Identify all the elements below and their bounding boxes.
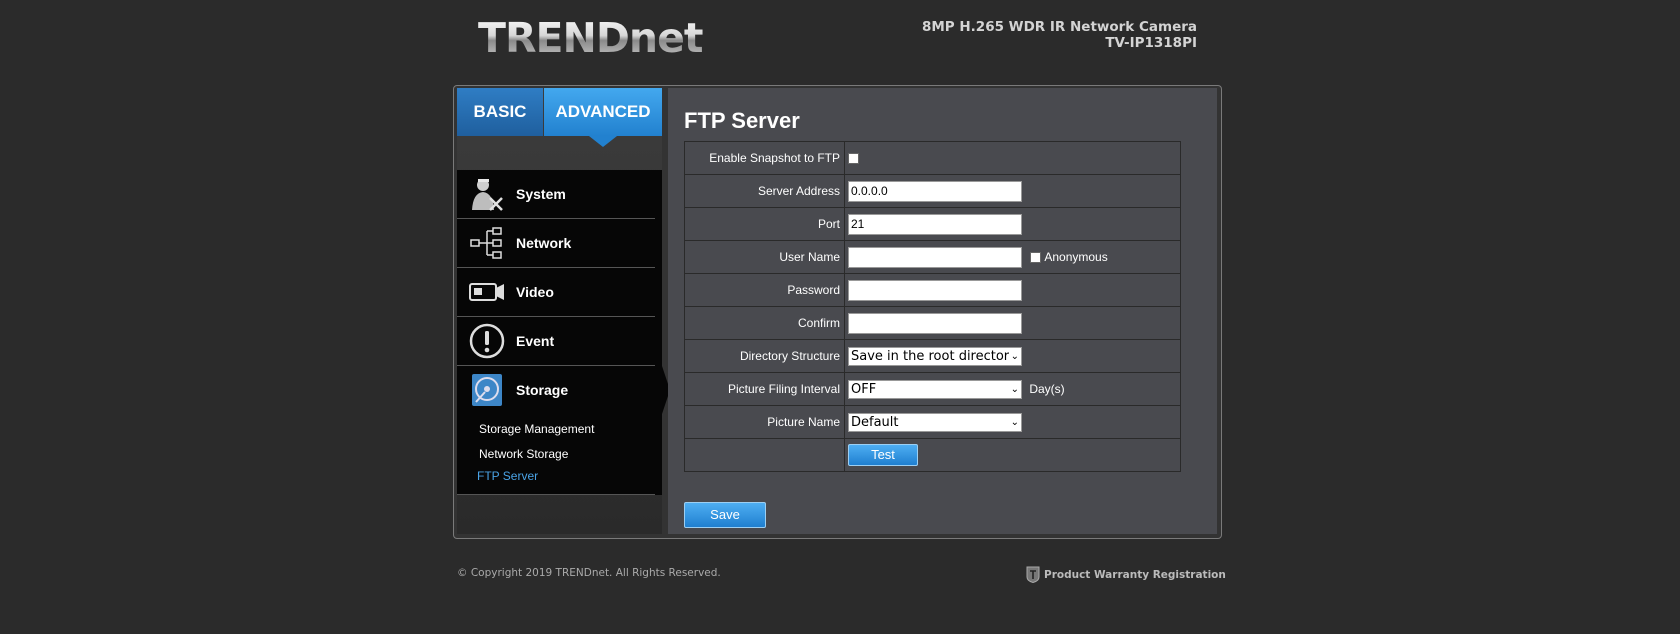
password-label: Password bbox=[684, 273, 845, 307]
save-button[interactable]: Save bbox=[684, 502, 766, 528]
ftp-settings-table: Enable Snapshot to FTP Server Address Po… bbox=[684, 141, 1181, 472]
storage-disk-icon bbox=[467, 372, 507, 408]
active-tab-pointer bbox=[589, 136, 617, 147]
model-info: 8MP H.265 WDR IR Network Camera TV-IP131… bbox=[922, 19, 1197, 51]
alert-icon bbox=[467, 323, 507, 359]
directory-structure-select[interactable]: Save in the root directory ⌄ bbox=[848, 346, 1022, 366]
sidebar-item-event[interactable]: Event bbox=[457, 317, 655, 366]
sidebar-item-video[interactable]: Video bbox=[457, 268, 655, 317]
chevron-down-icon: ⌄ bbox=[1008, 413, 1019, 431]
confirm-label: Confirm bbox=[684, 306, 845, 340]
user-settings-icon bbox=[467, 176, 507, 212]
picture-filing-interval-label: Picture Filing Interval bbox=[684, 372, 845, 406]
form-row-password: Password bbox=[684, 273, 1181, 307]
picture-filing-interval-select[interactable]: OFF ⌄ bbox=[848, 379, 1022, 399]
sidebar-item-label: Event bbox=[516, 333, 555, 349]
confirm-cell bbox=[844, 306, 1181, 340]
sidebar-item-label: Video bbox=[516, 284, 554, 300]
picture-name-value: Default bbox=[851, 414, 899, 430]
form-row-port: Port bbox=[684, 207, 1181, 241]
user-name-input[interactable] bbox=[848, 246, 1022, 268]
form-row-picture-name: Picture Name Default ⌄ bbox=[684, 405, 1181, 439]
password-cell bbox=[844, 273, 1181, 307]
directory-structure-value: Save in the root directory bbox=[851, 348, 1017, 364]
picture-filing-interval-unit: Day(s) bbox=[1029, 382, 1065, 396]
directory-structure-label: Directory Structure bbox=[684, 339, 845, 373]
warranty-label: Product Warranty Registration bbox=[1044, 568, 1226, 581]
test-row-label bbox=[684, 438, 845, 472]
form-row-directory-structure: Directory Structure Save in the root dir… bbox=[684, 339, 1181, 373]
shield-icon bbox=[1026, 566, 1040, 584]
form-row-confirm: Confirm bbox=[684, 306, 1181, 340]
form-row-test: Test bbox=[684, 438, 1181, 472]
sidebar: BASIC ADVANCED System Network Video Even… bbox=[457, 88, 670, 534]
server-address-label: Server Address bbox=[684, 174, 845, 208]
page-title: FTP Server bbox=[684, 108, 800, 133]
enable-snapshot-label: Enable Snapshot to FTP bbox=[684, 141, 845, 175]
port-label: Port bbox=[684, 207, 845, 241]
test-button[interactable]: Test bbox=[848, 444, 918, 466]
form-row-enable-snapshot: Enable Snapshot to FTP bbox=[684, 141, 1181, 175]
picture-filing-interval-cell: OFF ⌄ Day(s) bbox=[844, 372, 1181, 406]
form-row-user-name: User Name Anonymous bbox=[684, 240, 1181, 274]
enable-snapshot-cell bbox=[844, 141, 1181, 175]
picture-name-cell: Default ⌄ bbox=[844, 405, 1181, 439]
anonymous-checkbox[interactable] bbox=[1030, 251, 1042, 263]
picture-filing-interval-value: OFF bbox=[851, 381, 877, 397]
anonymous-label: Anonymous bbox=[1044, 250, 1108, 264]
form-row-picture-filing-interval: Picture Filing Interval OFF ⌄ Day(s) bbox=[684, 372, 1181, 406]
sidebar-item-label: Storage bbox=[516, 382, 569, 398]
copyright-text: © Copyright 2019 TRENDnet. All Rights Re… bbox=[457, 567, 721, 579]
sidebar-subitem-storage-management[interactable]: Storage Management bbox=[479, 422, 594, 436]
sidebar-subitem-network-storage[interactable]: Network Storage bbox=[479, 447, 568, 461]
chevron-down-icon: ⌄ bbox=[1008, 347, 1019, 365]
chevron-down-icon: ⌄ bbox=[1008, 380, 1019, 398]
model-description: 8MP H.265 WDR IR Network Camera bbox=[921, 19, 1197, 35]
server-address-input[interactable] bbox=[848, 180, 1022, 202]
sidebar-item-system[interactable]: System bbox=[457, 170, 655, 219]
directory-structure-cell: Save in the root directory ⌄ bbox=[844, 339, 1181, 373]
port-input[interactable] bbox=[848, 213, 1022, 235]
user-name-cell: Anonymous bbox=[844, 240, 1181, 274]
sidebar-item-network[interactable]: Network bbox=[457, 219, 655, 268]
tab-advanced-label: ADVANCED bbox=[555, 102, 651, 121]
sidebar-menu: System Network Video Event Storage Stora… bbox=[457, 170, 662, 495]
confirm-input[interactable] bbox=[848, 312, 1022, 334]
picture-name-select[interactable]: Default ⌄ bbox=[848, 412, 1022, 432]
trendnet-logo: TRENDnet bbox=[478, 14, 703, 62]
port-cell bbox=[844, 207, 1181, 241]
network-tree-icon bbox=[467, 225, 507, 261]
picture-name-label: Picture Name bbox=[684, 405, 845, 439]
warranty-registration-link[interactable]: Product Warranty Registration bbox=[1026, 566, 1226, 584]
sidebar-item-storage[interactable]: Storage bbox=[457, 366, 655, 414]
sidebar-item-label: Network bbox=[516, 235, 572, 251]
test-cell: Test bbox=[844, 438, 1181, 472]
sidebar-subitem-ftp-server[interactable]: FTP Server bbox=[477, 469, 538, 483]
sidebar-item-label: System bbox=[516, 186, 566, 202]
camera-icon bbox=[467, 274, 507, 310]
tab-advanced[interactable]: ADVANCED bbox=[544, 88, 662, 147]
model-number: TV-IP1318PI bbox=[1105, 35, 1197, 51]
tab-basic[interactable]: BASIC bbox=[457, 88, 543, 136]
form-row-server-address: Server Address bbox=[684, 174, 1181, 208]
user-name-label: User Name bbox=[684, 240, 845, 274]
server-address-cell bbox=[844, 174, 1181, 208]
password-input[interactable] bbox=[848, 279, 1022, 301]
menu-divider bbox=[457, 494, 655, 495]
enable-snapshot-checkbox[interactable] bbox=[848, 153, 859, 165]
